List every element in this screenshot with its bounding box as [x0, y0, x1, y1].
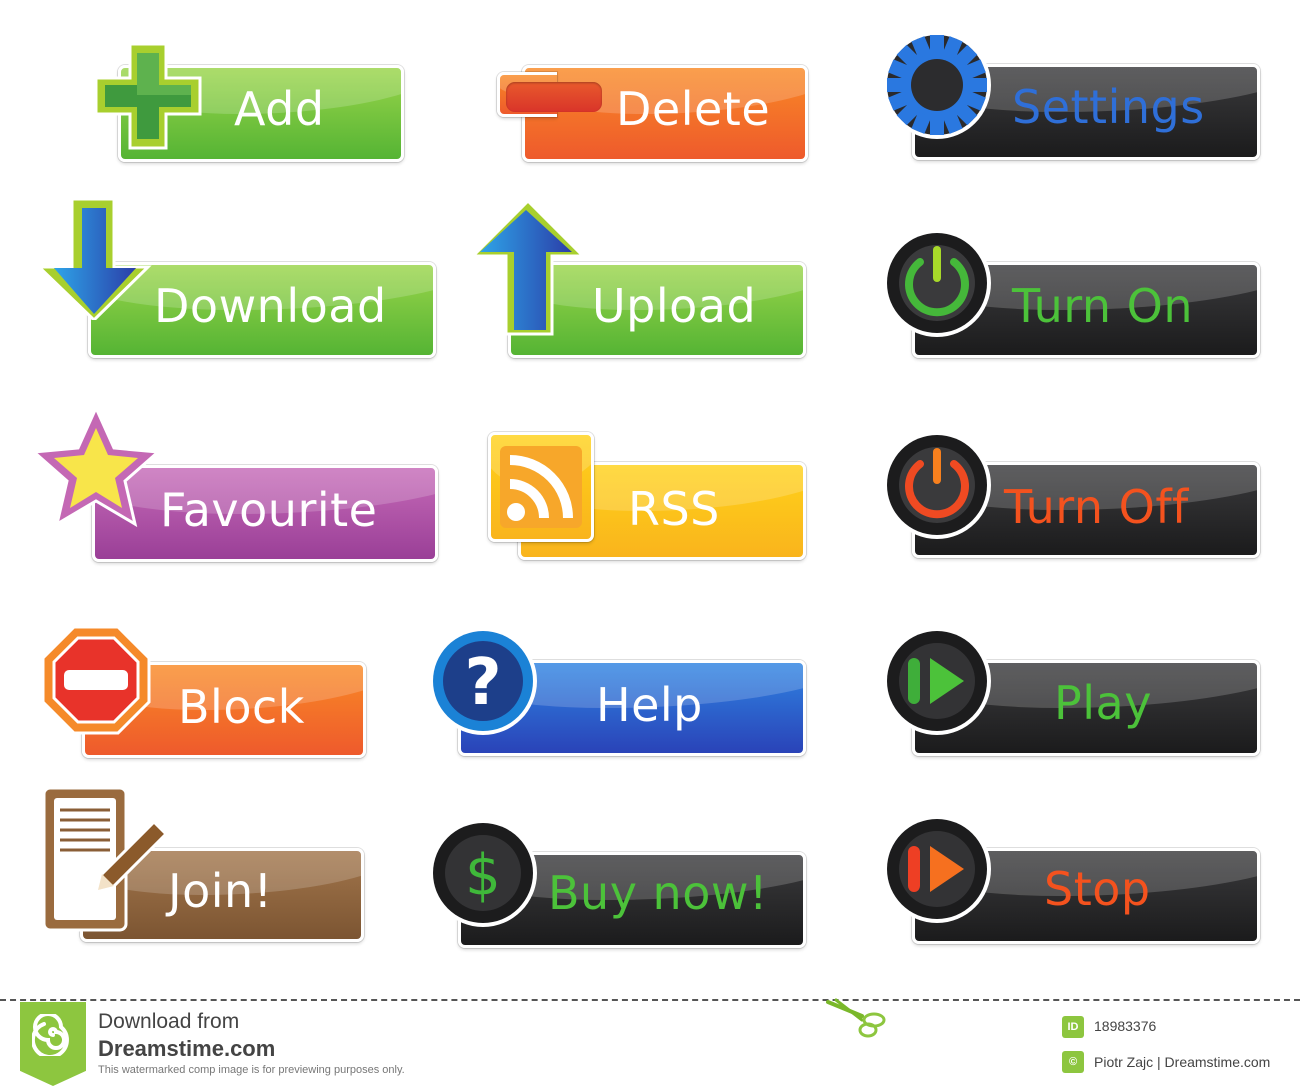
stop-label: Stop [1044, 862, 1151, 916]
watermark-notice: This watermarked comp image is for previ… [98, 1064, 405, 1076]
upload-label: Upload [592, 279, 757, 333]
settings-label: Settings [1012, 80, 1205, 134]
turn-off-label: Turn Off [1004, 480, 1189, 534]
minus-icon [506, 82, 602, 112]
help-label: Help [596, 678, 703, 732]
favourite-label: Favourite [160, 483, 378, 537]
download-from-text: Download from [98, 1010, 240, 1033]
delete-label: Delete [616, 82, 771, 136]
power-icon [883, 229, 991, 337]
join-label: Join! [168, 864, 273, 918]
play-icon [883, 627, 991, 735]
spiral-icon [32, 1014, 69, 1056]
credit-text: Piotr Zajc | Dreamstime.com [1094, 1054, 1271, 1070]
add-label: Add [234, 82, 325, 136]
block-label: Block [178, 680, 305, 734]
gear-icon [883, 31, 991, 139]
arrow-down-icon [36, 197, 152, 320]
buy-now-label: Buy now! [548, 866, 768, 920]
dollar-glyph: $ [465, 843, 501, 908]
scissors-icon [826, 998, 886, 1038]
question-icon: ? [429, 627, 537, 735]
star-icon [32, 404, 160, 528]
arrow-up-icon [469, 198, 586, 336]
id-badge: ID [1062, 1016, 1084, 1038]
no-entry-icon [41, 625, 151, 735]
question-glyph: ? [464, 646, 501, 720]
play-icon [883, 815, 991, 923]
plus-icon [94, 42, 202, 150]
play-label: Play [1054, 676, 1152, 730]
rss-icon [500, 446, 582, 528]
dollar-icon: $ [429, 819, 537, 927]
turn-on-label: Turn On [1012, 279, 1194, 333]
rss-label: RSS [628, 482, 720, 536]
image-id: 18983376 [1094, 1018, 1157, 1034]
document-pen-icon [42, 786, 169, 932]
copyright-icon: © [1062, 1051, 1084, 1073]
cut-line [0, 999, 1300, 1001]
dreamstime-site-link[interactable]: Dreamstime.com [98, 1036, 275, 1062]
power-icon [883, 431, 991, 539]
download-label: Download [154, 279, 387, 333]
